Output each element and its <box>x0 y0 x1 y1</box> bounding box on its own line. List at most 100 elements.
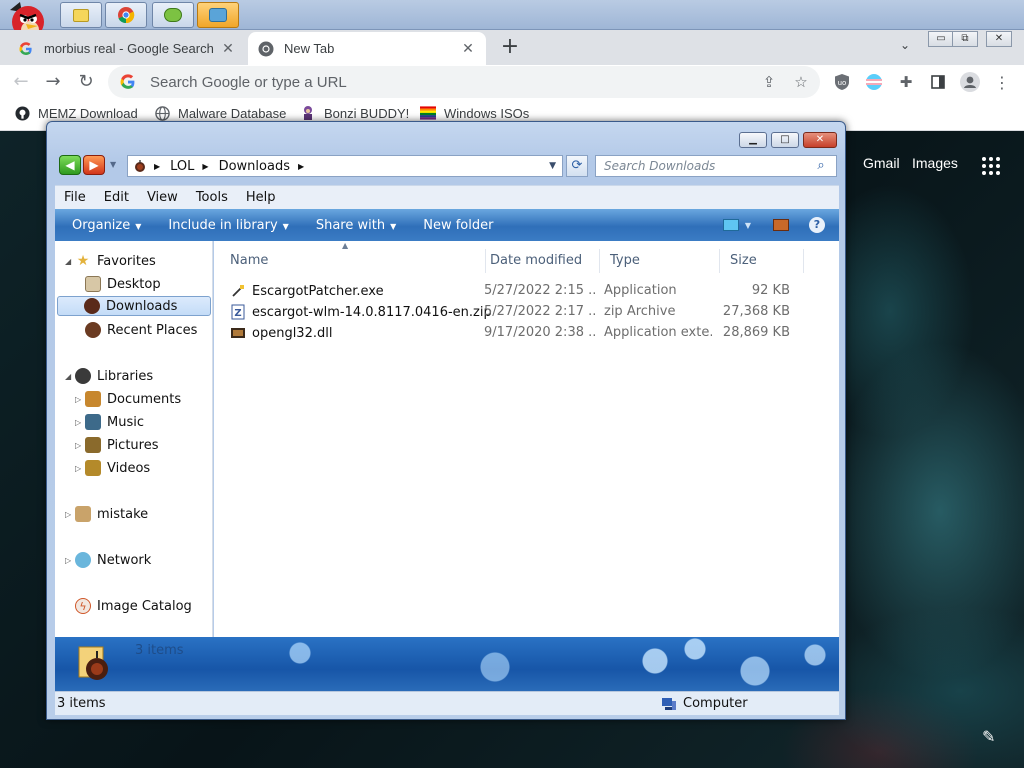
nav-item-downloads[interactable]: Downloads <box>57 296 211 316</box>
collapsed-arrow-icon[interactable]: ▷ <box>75 395 85 404</box>
close-window-button[interactable]: ✕ <box>986 31 1012 47</box>
address-bar[interactable]: ▶ LOL ▶ Downloads ▶ ▼ <box>127 155 563 177</box>
nav-item-image-catalog[interactable]: ϟ Image Catalog <box>75 596 192 616</box>
trans-flag-icon[interactable] <box>864 72 884 92</box>
nav-item-mistake[interactable]: ▷ mistake <box>65 504 148 524</box>
extensions-puzzle-icon[interactable]: ✚ <box>896 72 916 92</box>
zip-icon: Z <box>230 304 246 320</box>
collapsed-arrow-icon[interactable]: ▷ <box>75 441 85 450</box>
restore-button[interactable]: ⧉ <box>952 31 978 47</box>
column-header-name[interactable]: Name <box>220 249 486 273</box>
view-options-icon[interactable] <box>722 219 739 231</box>
file-row[interactable]: EscargotPatcher.exe 5/27/2022 2:15 ... A… <box>214 281 814 302</box>
nav-item-documents[interactable]: ▷ Documents <box>75 389 181 409</box>
nav-item-music[interactable]: ▷ Music <box>75 412 144 432</box>
menu-edit[interactable]: Edit <box>95 190 138 205</box>
forward-arrow-icon[interactable]: → <box>42 71 64 93</box>
tab-morbius-search[interactable]: morbius real - Google Search ✕ <box>8 32 246 65</box>
recent-pages-chevron-icon[interactable]: ▼ <box>110 160 116 169</box>
side-panel-icon[interactable] <box>928 72 948 92</box>
bookmark-label: Malware Database <box>178 105 287 121</box>
sun-folder-icon <box>73 8 89 22</box>
column-header-date[interactable]: Date modified <box>480 249 600 273</box>
share-with-button[interactable]: Share with ▼ <box>316 218 396 233</box>
back-arrow-icon[interactable]: ← <box>10 71 32 93</box>
search-box[interactable]: ⌕ <box>595 155 837 177</box>
new-tab-button[interactable]: + <box>498 36 522 60</box>
breadcrumb-lol[interactable]: LOL <box>170 159 194 174</box>
bookmark-memz[interactable]: MEMZ Download <box>14 105 138 121</box>
close-tab-icon[interactable]: ✕ <box>460 40 476 57</box>
nav-item-videos[interactable]: ▷ Videos <box>75 458 150 478</box>
breadcrumb-downloads[interactable]: Downloads <box>219 159 290 174</box>
minimize-button[interactable]: ▭ <box>928 31 954 47</box>
tab-search-chevron-icon[interactable]: ⌄ <box>896 38 914 56</box>
bookmark-malware-db[interactable]: Malware Database <box>154 105 286 121</box>
nav-item-network[interactable]: ▷ Network <box>65 550 151 570</box>
close-tab-icon[interactable]: ✕ <box>220 40 236 57</box>
file-size: 92 KB <box>751 283 790 298</box>
menu-view[interactable]: View <box>138 190 187 205</box>
explorer-close-button[interactable]: ✕ <box>803 132 837 148</box>
expand-arrow-icon[interactable]: ◢ <box>65 257 75 266</box>
explorer-maximize-button[interactable]: □ <box>771 132 799 148</box>
favorites-node[interactable]: ◢ ★ Favorites <box>65 251 156 271</box>
taskbar-button-chrome[interactable] <box>105 2 147 28</box>
refresh-icon[interactable]: ⟳ <box>566 155 588 177</box>
profile-avatar-icon[interactable] <box>960 72 980 92</box>
nav-item-label: Documents <box>107 391 182 407</box>
file-row[interactable]: Zescargot-wlm-14.0.8117.0416-en.zip 5/27… <box>214 302 814 323</box>
back-arrow-icon[interactable]: ◀ <box>59 155 81 175</box>
share-with-label: Share with <box>315 217 386 233</box>
column-header-size[interactable]: Size <box>720 249 804 273</box>
nav-item-pictures[interactable]: ▷ Pictures <box>75 435 158 455</box>
organize-button[interactable]: Organize ▼ <box>72 218 141 233</box>
libraries-label: Libraries <box>97 368 154 384</box>
menu-tools[interactable]: Tools <box>187 190 237 205</box>
file-row[interactable]: opengl32.dll 9/17/2020 2:38 ... Applicat… <box>214 323 814 344</box>
reload-icon[interactable]: ↻ <box>75 71 97 93</box>
collapsed-arrow-icon[interactable]: ▷ <box>75 464 85 473</box>
tab-title: New Tab <box>284 41 335 56</box>
more-menu-icon[interactable]: ⋮ <box>992 72 1012 92</box>
search-input[interactable] <box>604 159 812 173</box>
taskbar-button-frog[interactable] <box>152 2 194 28</box>
share-icon[interactable]: ⇪ <box>760 73 778 91</box>
bookmark-star-icon[interactable]: ☆ <box>792 73 810 91</box>
navigation-pane: ◢ ★ Favorites Desktop Downloads Recent P… <box>55 241 213 637</box>
music-icon <box>85 414 101 430</box>
nav-item-recent-places[interactable]: Recent Places <box>85 320 197 340</box>
breadcrumb-separator-icon: ▶ <box>297 161 305 171</box>
taskbar-button-users[interactable] <box>197 2 239 28</box>
chevron-down-icon[interactable]: ▼ <box>745 221 751 230</box>
omnibox[interactable] <box>108 66 820 98</box>
nav-item-label: Image Catalog <box>97 598 192 614</box>
menu-help[interactable]: Help <box>237 190 285 205</box>
new-folder-button[interactable]: New folder <box>423 218 493 233</box>
address-dropdown-icon[interactable]: ▼ <box>549 161 556 171</box>
omnibox-input[interactable] <box>150 73 710 91</box>
help-icon[interactable]: ? <box>809 217 825 233</box>
search-icon[interactable]: ⌕ <box>812 157 830 175</box>
apps-grid-icon[interactable] <box>982 157 1000 175</box>
nav-item-desktop[interactable]: Desktop <box>85 274 161 294</box>
gmail-link[interactable]: Gmail <box>863 155 900 171</box>
explorer-minimize-button[interactable]: ▁ <box>739 132 767 148</box>
collapsed-arrow-icon[interactable]: ▷ <box>65 556 75 565</box>
customize-pencil-icon[interactable]: ✎ <box>982 727 995 746</box>
collapsed-arrow-icon[interactable]: ▷ <box>65 510 75 519</box>
include-in-library-button[interactable]: Include in library ▼ <box>168 218 288 233</box>
ublock-icon[interactable]: uo <box>832 72 852 92</box>
libraries-node[interactable]: ◢ Libraries <box>65 366 153 386</box>
forward-arrow-icon[interactable]: ▶ <box>83 155 105 175</box>
menu-file[interactable]: File <box>55 190 95 205</box>
bookmark-windows-isos[interactable]: Windows ISOs <box>420 105 529 121</box>
tab-new-tab[interactable]: New Tab ✕ <box>248 32 486 65</box>
images-link[interactable]: Images <box>912 155 958 171</box>
taskbar-button-sun-folder[interactable] <box>60 2 102 28</box>
collapsed-arrow-icon[interactable]: ▷ <box>75 418 85 427</box>
preview-pane-icon[interactable] <box>773 219 789 231</box>
expand-arrow-icon[interactable]: ◢ <box>65 372 75 381</box>
bookmark-bonzi[interactable]: Bonzi BUDDY! <box>300 105 409 121</box>
column-header-type[interactable]: Type <box>600 249 720 273</box>
